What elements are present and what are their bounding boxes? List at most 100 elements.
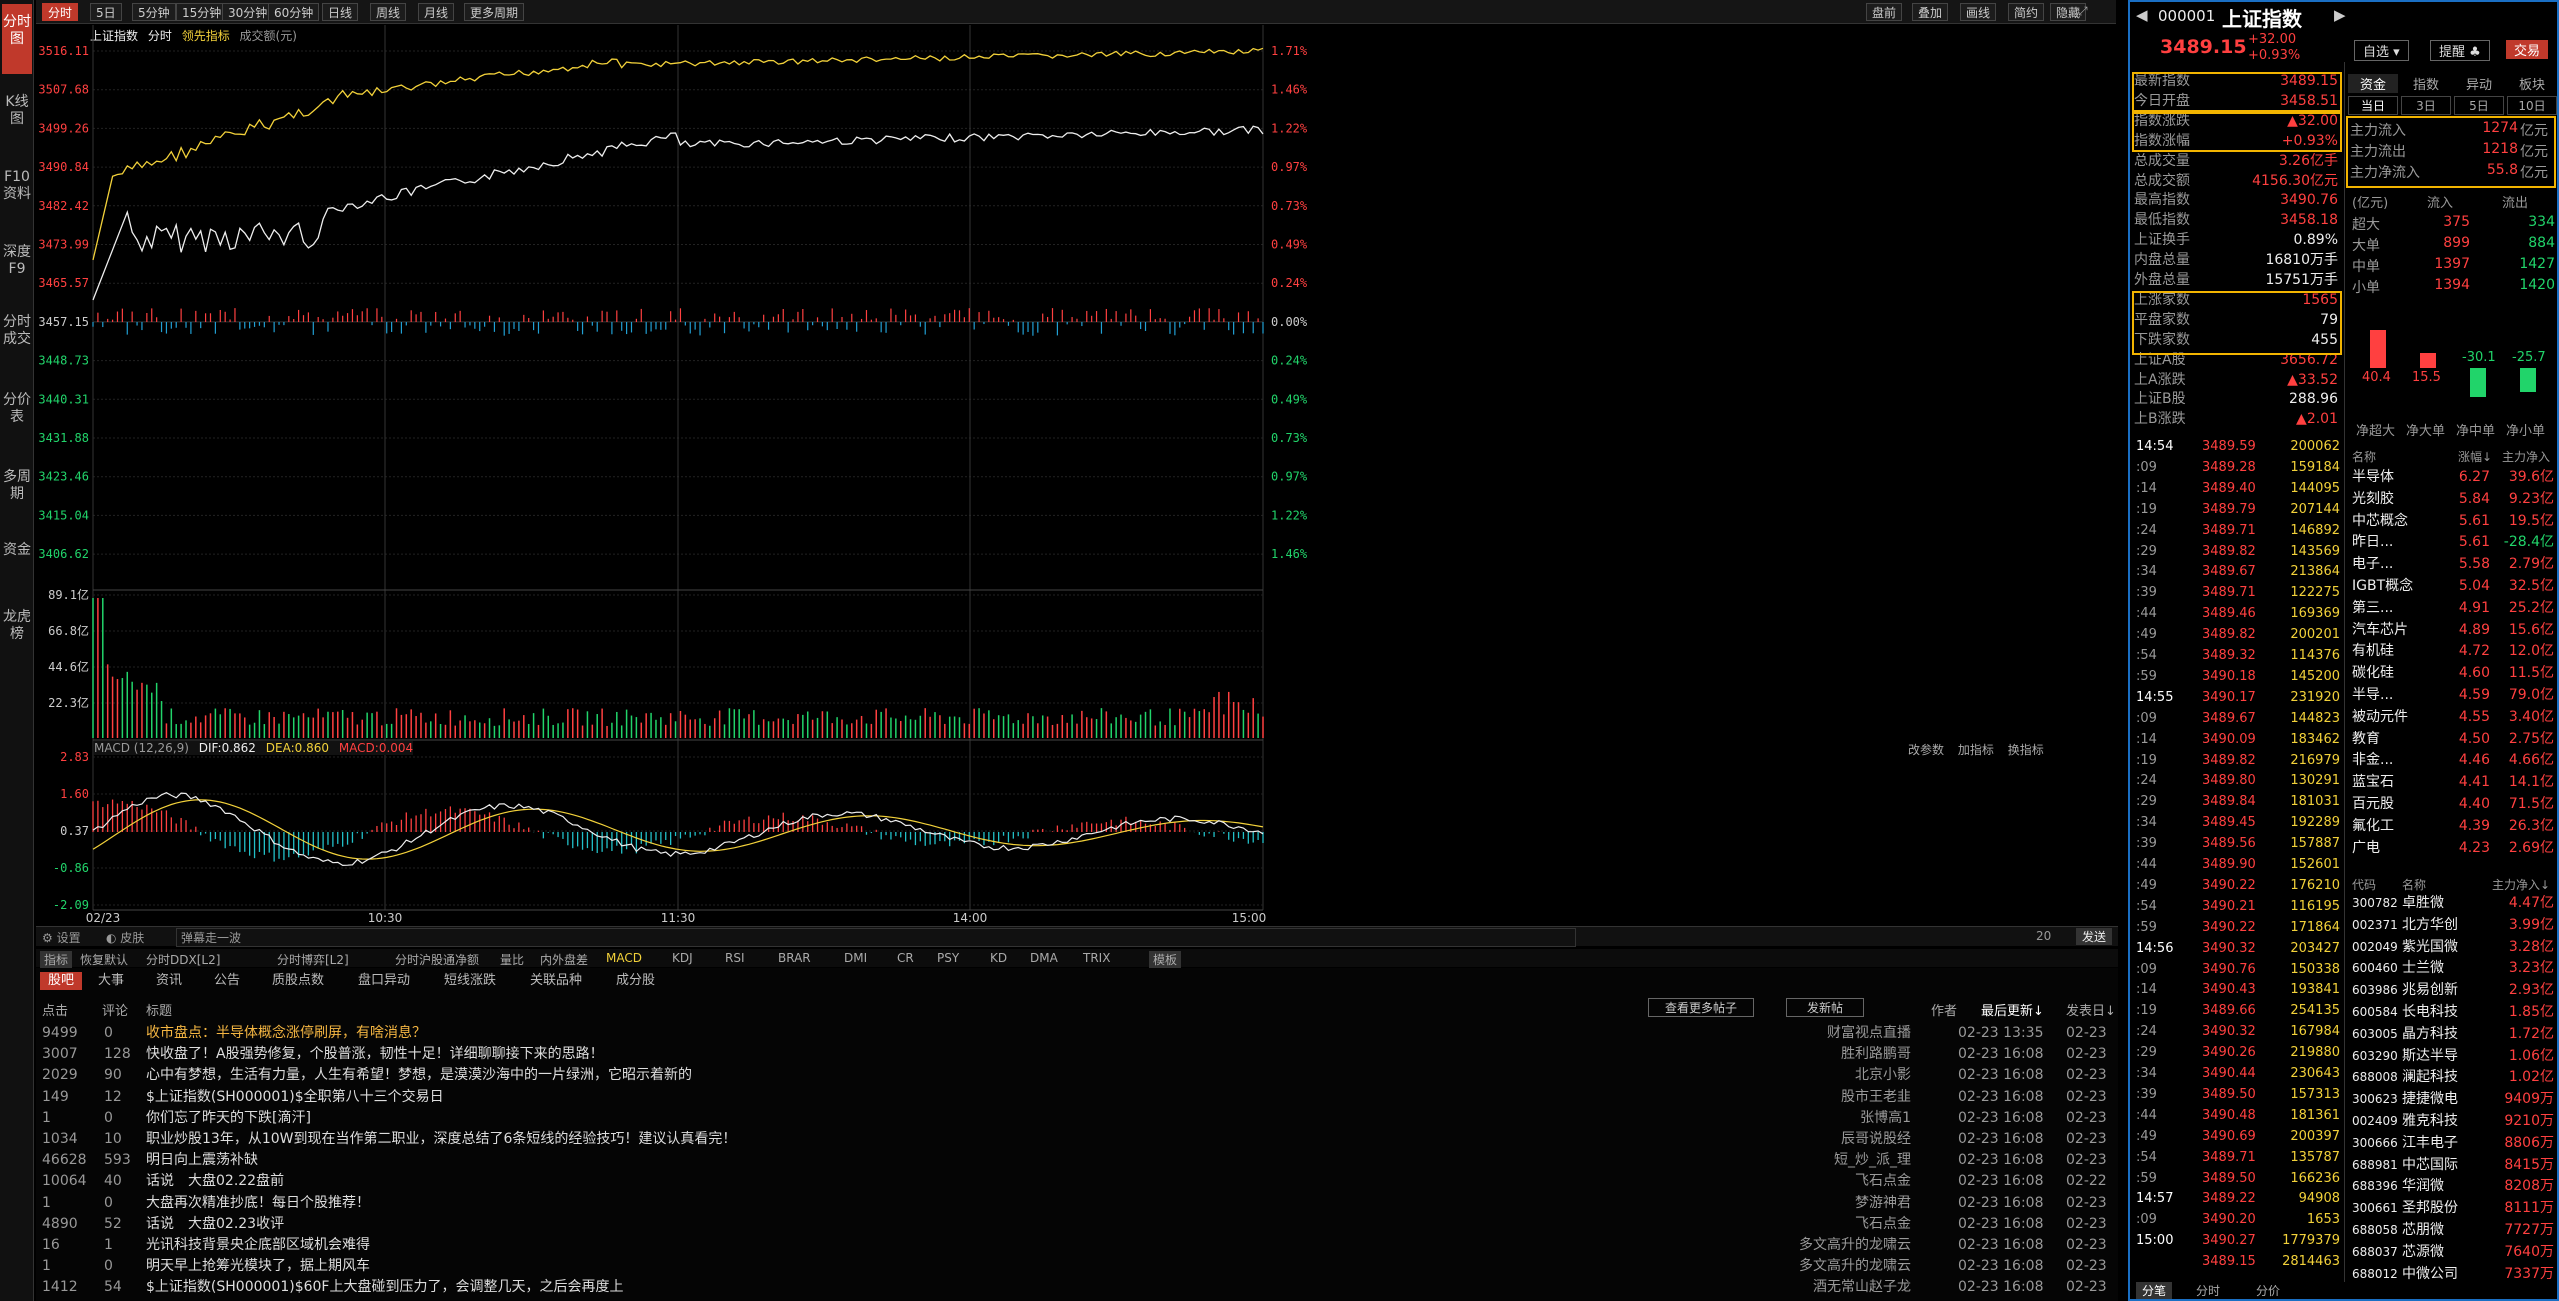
stock-row[interactable]: 603986 兆易创新 2.93亿	[2350, 981, 2556, 999]
news-author[interactable]: 张博高1	[1771, 1108, 1911, 1129]
sector-row[interactable]: 蓝宝石 4.41 14.1亿	[2350, 773, 2556, 791]
prev-arrow-icon[interactable]: ◀	[2136, 6, 2148, 24]
news-row[interactable]: 46628 593 明日向上震荡补缺 短_炒_派_理 02-23 16:08 02-23	[36, 1150, 2116, 1171]
tick-tab-2[interactable]: 分价	[2256, 1282, 2280, 1299]
fund-tab-1[interactable]: 指数	[2401, 74, 2451, 93]
indicator-tab-11[interactable]: DMI	[844, 951, 867, 965]
sector-row[interactable]: 光刻胶 5.84 9.23亿	[2350, 490, 2556, 508]
news-row[interactable]: 3007 128 快收盘了！A股强势修复，个股普涨，韧性十足！详细聊聊接下来的思路！…	[36, 1044, 2116, 1065]
news-title[interactable]: 话说 大盘02.22盘前	[146, 1171, 284, 1192]
stock-row[interactable]: 603005 晶方科技 1.72亿	[2350, 1025, 2556, 1043]
news-author[interactable]: 多文高升的龙啸云	[1771, 1256, 1911, 1277]
news-row[interactable]: 2029 90 心中有梦想，生活有力量，人生有希望！梦想，是漠漠沙海中的一片绿洲，它…	[36, 1065, 2116, 1086]
sector-row[interactable]: IGBT概念 5.04 32.5亿	[2350, 577, 2556, 595]
news-row[interactable]: 4890 52 话说 大盘02.23收评 飞石点金 02-23 16:08 02-23	[36, 1214, 2116, 1235]
news-tab-7[interactable]: 关联品种	[530, 972, 582, 990]
new-post-button[interactable]: 发新帖	[1786, 998, 1865, 1017]
sector-row[interactable]: 中芯概念 5.61 19.5亿	[2350, 512, 2556, 530]
news-title[interactable]: 收市盘点：半导体概念涨停刷屏，有啥消息？	[146, 1023, 426, 1044]
nav-item-6[interactable]: 多周期	[2, 459, 32, 527]
stock-row[interactable]: 688058 芯朋微 7727万	[2350, 1221, 2556, 1239]
sector-row[interactable]: 教育 4.50 2.75亿	[2350, 730, 2556, 748]
news-title[interactable]: 职业炒股13年，从10W到现在当作第二职业，深度总结了6条短线的经验技巧！建议认…	[146, 1129, 736, 1150]
news-title[interactable]: 话说 大盘02.23收评	[146, 1214, 284, 1235]
sector-row[interactable]: 半导... 4.59 79.0亿	[2350, 686, 2556, 704]
fund-subtab-2[interactable]: 5日	[2454, 96, 2504, 115]
news-row[interactable]: 149 12 $上证指数(SH000001)$全职第八十三个交易日 股市王老韭 02-2…	[36, 1087, 2116, 1108]
sector-row[interactable]: 被动元件 4.55 3.40亿	[2350, 708, 2556, 726]
news-author[interactable]: 多文高升的龙啸云	[1771, 1235, 1911, 1256]
indicator-tab-17[interactable]: 模板	[1149, 951, 1182, 968]
news-row[interactable]: 16 1 光讯科技背景央企底部区域机会难得 多文高升的龙啸云 02-23 16:08 02…	[36, 1235, 2116, 1256]
indicator-tab-8[interactable]: KDJ	[672, 951, 693, 965]
indicator-tab-9[interactable]: RSI	[725, 951, 745, 965]
stock-row[interactable]: 603290 斯达半导 1.06亿	[2350, 1047, 2556, 1065]
news-author[interactable]: 酒无常山赵子龙	[1771, 1277, 1911, 1298]
nav-item-8[interactable]: 龙虎榜	[2, 599, 32, 664]
sector-row[interactable]: 氟化工 4.39 26.3亿	[2350, 817, 2556, 835]
news-title[interactable]: 大盘再次精准抄底！每日个股推荐！	[146, 1193, 370, 1214]
send-button[interactable]: 发送	[2076, 928, 2113, 945]
indicator-tab-4[interactable]: 分时沪股通净额	[395, 951, 479, 968]
indicator-tab-6[interactable]: 内外盘差	[540, 951, 588, 968]
indicator-tab-3[interactable]: 分时博弈[L2]	[277, 951, 349, 968]
news-title[interactable]: $上证指数(SH000001)$全职第八十三个交易日	[146, 1087, 444, 1108]
stock-row[interactable]: 688396 华润微 8208万	[2350, 1177, 2556, 1195]
stock-row[interactable]: 600460 士兰微 3.23亿	[2350, 959, 2556, 977]
add-indicator-button[interactable]: 加指标	[1958, 743, 1994, 757]
sector-row[interactable]: 第三... 4.91 25.2亿	[2350, 599, 2556, 617]
news-title[interactable]: 你们忘了昨天的下跌[滴汗]	[146, 1108, 311, 1129]
news-tab-1[interactable]: 大事	[98, 972, 124, 990]
trade-button[interactable]: 交易	[2506, 40, 2549, 59]
news-tab-8[interactable]: 成分股	[616, 972, 655, 990]
fund-subtab-0[interactable]: 当日	[2348, 96, 2398, 115]
news-tab-2[interactable]: 资讯	[156, 972, 182, 990]
stock-row[interactable]: 300782 卓胜微 4.47亿	[2350, 894, 2556, 912]
fund-subtab-3[interactable]: 10日	[2507, 96, 2557, 115]
news-row[interactable]: 1034 10 职业炒股13年，从10W到现在当作第二职业，深度总结了6条短线的经验…	[36, 1129, 2116, 1150]
indicator-tab-2[interactable]: 分时DDX[L2]	[146, 951, 220, 968]
news-row[interactable]: 1412 54 $上证指数(SH000001)$60F上大盘碰到压力了，会调整几天，…	[36, 1277, 2116, 1298]
change-param-button[interactable]: 改参数	[1908, 743, 1944, 757]
news-header-4[interactable]: 最后更新↓	[1981, 1000, 2044, 1019]
fund-tab-0[interactable]: 资金	[2348, 74, 2398, 93]
nav-item-0[interactable]: 分时图	[2, 4, 32, 74]
news-row[interactable]: 10064 40 话说 大盘02.22盘前 飞石点金 02-23 16:08 02-22	[36, 1171, 2116, 1192]
settings-button[interactable]: ⚙ 设置	[42, 929, 81, 946]
stock-row[interactable]: 300666 江丰电子 8806万	[2350, 1134, 2556, 1152]
news-tab-4[interactable]: 质股点数	[272, 972, 324, 990]
nav-item-3[interactable]: 深度F9	[2, 234, 32, 299]
intraday-chart[interactable]: 3516.11 1.71% 3507.68 1.46% 3499.26 1.22% 3490…	[36, 0, 2118, 960]
switch-indicator-button[interactable]: 换指标	[2008, 743, 2044, 757]
tick-tab-0[interactable]: 分笔	[2136, 1282, 2173, 1299]
stock-row[interactable]: 300623 捷捷微电 9409万	[2350, 1090, 2556, 1108]
indicator-tab-1[interactable]: 恢复默认	[80, 951, 128, 968]
news-author[interactable]: 股市王老韭	[1771, 1087, 1911, 1108]
stock-row[interactable]: 002049 紫光国微 3.28亿	[2350, 938, 2556, 956]
indicator-tab-5[interactable]: 量比	[500, 951, 524, 968]
news-title[interactable]: 光讯科技背景央企底部区域机会难得	[146, 1235, 370, 1256]
stock-row[interactable]: 688037 芯源微 7640万	[2350, 1243, 2556, 1261]
fund-tab-3[interactable]: 板块	[2507, 74, 2557, 93]
news-header-5[interactable]: 发表日↓	[2066, 1000, 2116, 1019]
indicator-tab-12[interactable]: CR	[897, 951, 914, 965]
news-author[interactable]: 短_炒_派_理	[1771, 1150, 1911, 1171]
sector-row[interactable]: 广电 4.23 2.69亿	[2350, 839, 2556, 857]
sector-row[interactable]: 有机硅 4.72 12.0亿	[2350, 642, 2556, 660]
news-author[interactable]: 梦游神君	[1771, 1193, 1911, 1214]
nav-item-4[interactable]: 分时成交	[2, 304, 32, 379]
next-arrow-icon[interactable]: ▶	[2334, 6, 2346, 24]
news-author[interactable]: 北京小影	[1771, 1065, 1911, 1086]
stock-row[interactable]: 600584 长电科技 1.85亿	[2350, 1003, 2556, 1021]
sector-row[interactable]: 百元股 4.40 71.5亿	[2350, 795, 2556, 813]
sector-row[interactable]: 碳化硅 4.60 11.5亿	[2350, 664, 2556, 682]
sector-row[interactable]: 电子... 5.58 2.79亿	[2350, 555, 2556, 573]
sector-row[interactable]: 汽车芯片 4.89 15.6亿	[2350, 621, 2556, 639]
news-title[interactable]: 明日向上震荡补缺	[146, 1150, 258, 1171]
nav-item-5[interactable]: 分价表	[2, 382, 32, 452]
news-tab-5[interactable]: 盘口异动	[358, 972, 410, 990]
stock-row[interactable]: 688012 中微公司 7337万	[2350, 1265, 2556, 1283]
news-row[interactable]: 1 0 明天早上抢筹光模块了，据上期风车 多文高升的龙啸云 02-23 16:08 02-…	[36, 1256, 2116, 1277]
indicator-tab-14[interactable]: KD	[990, 951, 1007, 965]
news-author[interactable]: 飞石点金	[1771, 1171, 1911, 1192]
